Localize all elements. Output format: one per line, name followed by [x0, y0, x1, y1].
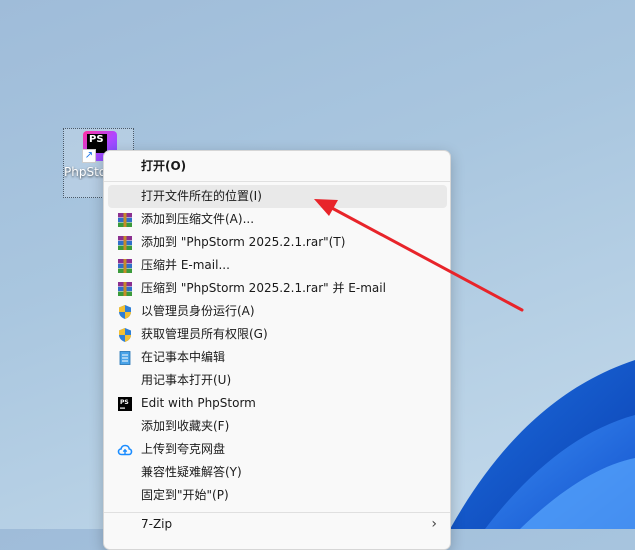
red-annotation-arrow [314, 199, 524, 312]
